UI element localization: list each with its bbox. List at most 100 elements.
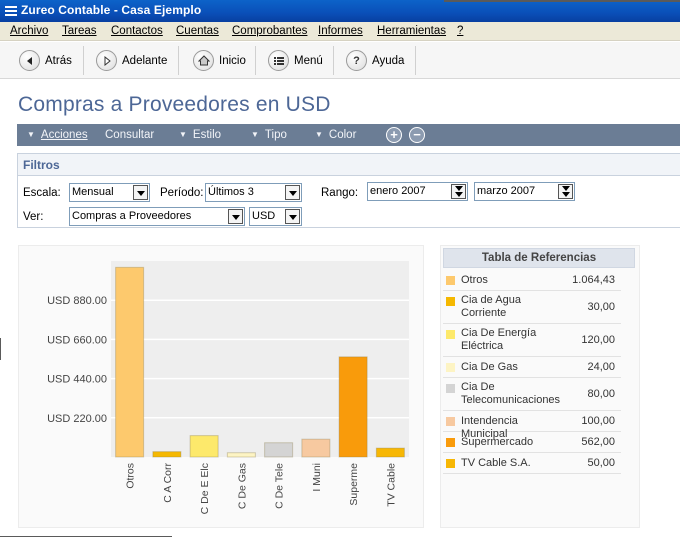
reference-row: Intendencia Municipal 100,00 [443,411,621,440]
reference-row: Otros 1.064,43 [443,270,621,291]
bar [189,435,219,458]
window-title: Zureo Contable - Casa Ejemplo [21,3,202,17]
estilo-menu[interactable]: ▼ Estilo [179,129,221,141]
toolbar-separator [83,46,84,75]
help-label: Ayuda [372,54,405,67]
reference-row: TV Cable S.A. 50,00 [443,453,621,474]
rango-to-select[interactable]: marzo 2007 [474,182,575,201]
bar [152,451,182,458]
toolbar-separator [333,46,334,75]
app-menu-icon[interactable] [5,6,17,16]
menu-label: Menú [294,54,323,67]
menu-help[interactable]: ? [457,25,463,37]
menu-herramientas[interactable]: Herramientas [377,25,446,37]
chevron-down-icon[interactable] [285,209,300,224]
rango-from-select[interactable]: enero 2007 [367,182,468,201]
acciones-menu[interactable]: ▼ Acciones [27,129,88,141]
reference-value: 24,00 [587,361,615,373]
bar [375,447,405,458]
navigation-toolbar: Atrás Adelante Inicio Menú ? Ayuda [0,42,680,79]
filters-panel: Filtros Escala: Mensual Período: Últimos… [17,153,680,228]
escala-value: Mensual [72,186,114,198]
reference-name: Supermercado [461,436,534,448]
reference-value: 1.064,43 [572,274,615,286]
reference-row: Cia De Energía Eléctrica 120,00 [443,324,621,357]
reference-table-title: Tabla de Referencias [443,248,635,268]
color-swatch [446,384,455,393]
color-menu[interactable]: ▼ Color [315,129,356,141]
bar [115,266,145,458]
chevron-down-icon[interactable] [133,185,148,200]
x-tick-label: I Muni [311,463,323,492]
rango-label: Rango: [321,187,359,199]
help-button[interactable]: ? Ayuda [346,47,404,74]
forward-arrow-icon [96,50,117,71]
consultar-button[interactable]: Consultar [105,129,154,141]
reference-row: Supermercado 562,00 [443,432,621,453]
back-label: Atrás [45,54,72,67]
dropdown-triangle-icon: ▼ [251,130,259,139]
tipo-menu[interactable]: ▼ Tipo [251,129,287,141]
back-arrow-icon [19,50,40,71]
list-icon [268,50,289,71]
dropdown-triangle-icon: ▼ [315,130,323,139]
currency-value: USD [252,210,276,222]
menu-button[interactable]: Menú [268,47,323,74]
rango-to-value: marzo 2007 [477,185,536,197]
chevron-down-icon[interactable] [228,209,243,224]
help-icon: ? [346,50,367,71]
periodo-value: Últimos 3 [208,186,254,198]
y-tick-label: USD 660.00 [47,334,107,346]
page-title: Compras a Proveedores en USD [18,93,331,116]
menu-cuentas[interactable]: Cuentas [176,25,219,37]
reference-row: Cia De Gas 24,00 [443,357,621,378]
title-bar[interactable]: Zureo Contable - Casa Ejemplo [0,0,680,22]
bar [301,438,331,458]
reference-value: 80,00 [587,388,615,400]
menu-tareas[interactable]: Tareas [62,25,97,37]
dropdown-triangle-icon: ▼ [179,130,187,139]
home-button[interactable]: Inicio [193,47,246,74]
double-chevron-icon[interactable] [451,184,466,199]
color-swatch [446,363,455,372]
reference-table: Tabla de Referencias Otros 1.064,43 Cia de… [440,245,640,528]
back-button[interactable]: Atrás [19,47,72,74]
forward-button[interactable]: Adelante [96,47,167,74]
menu-contactos[interactable]: Contactos [111,25,163,37]
reference-value: 50,00 [587,457,615,469]
double-chevron-icon[interactable] [558,184,573,199]
escala-label: Escala: [23,187,61,199]
reference-name: Cia De Gas [461,361,518,373]
reference-row: Cia de Agua Corriente 30,00 [443,291,621,324]
reference-name: TV Cable S.A. [461,457,531,469]
menu-informes[interactable]: Informes [318,25,363,37]
menu-comprobantes[interactable]: Comprobantes [232,25,307,37]
color-swatch [446,297,455,306]
toolbar-separator [415,46,416,75]
reference-value: 30,00 [587,301,615,313]
rango-from-value: enero 2007 [370,185,426,197]
reference-name: Cia De Telecomunicaciones [461,381,561,406]
ver-select[interactable]: Compras a Proveedores [69,207,245,226]
home-icon [193,50,214,71]
color-swatch [446,459,455,468]
action-bar: ▼ Acciones Consultar ▼ Estilo ▼ Tipo ▼ Color… [17,124,680,146]
app-window: Zureo Contable - Casa Ejemplo Archivo Ta… [0,0,680,549]
ver-label: Ver: [23,211,44,223]
x-tick-label: Superme [348,463,360,506]
reference-name: Otros [461,274,488,286]
x-tick-label: Otros [125,463,137,489]
menu-archivo[interactable]: Archivo [10,25,48,37]
periodo-select[interactable]: Últimos 3 [205,183,302,202]
x-tick-label: TV Cable [385,463,397,507]
zoom-out-icon[interactable]: − [409,127,425,143]
bar-chart: USD 220.00 USD 440.00 USD 660.00 USD 880.00… [47,261,409,514]
ver-value: Compras a Proveedores [72,210,192,222]
y-tick-label: USD 440.00 [47,374,107,386]
currency-select[interactable]: USD [249,207,302,226]
escala-select[interactable]: Mensual [69,183,150,202]
chart-panel: USD 220.00 USD 440.00 USD 660.00 USD 880.00… [18,245,424,528]
chevron-down-icon[interactable] [285,185,300,200]
zoom-in-icon[interactable]: + [386,127,402,143]
home-label: Inicio [219,54,246,67]
